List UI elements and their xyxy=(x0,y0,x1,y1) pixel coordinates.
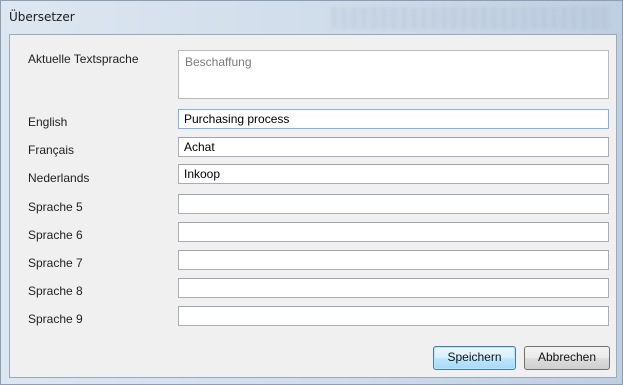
lang-input-sprache-9[interactable] xyxy=(178,306,609,326)
cancel-button[interactable]: Abbrechen xyxy=(524,346,610,370)
lang-input-sprache-5[interactable] xyxy=(178,194,609,214)
current-language-text[interactable]: Beschaffung xyxy=(178,50,609,99)
lang-label-sprache-7: Sprache 7 xyxy=(28,256,83,270)
title-bar[interactable]: Übersetzer xyxy=(1,1,622,34)
translator-dialog: Übersetzer Aktuelle Textsprache Beschaff… xyxy=(0,0,623,385)
lang-input-english[interactable]: Purchasing process xyxy=(178,109,609,129)
lang-label-sprache-8: Sprache 8 xyxy=(28,284,83,298)
lang-label-english: English xyxy=(28,115,68,129)
lang-input-sprache-7[interactable] xyxy=(178,250,609,270)
lang-input-sprache-8[interactable] xyxy=(178,278,609,298)
current-language-label: Aktuelle Textsprache xyxy=(28,52,139,66)
lang-label-sprache-9: Sprache 9 xyxy=(28,312,83,326)
dialog-client-area: Aktuelle Textsprache Beschaffung English… xyxy=(9,34,617,378)
lang-input-nederlands[interactable]: Inkoop xyxy=(178,164,609,184)
save-button[interactable]: Speichern xyxy=(433,346,516,370)
lang-label-sprache-6: Sprache 6 xyxy=(28,228,83,242)
lang-input-francais[interactable]: Achat xyxy=(178,137,609,157)
window-title: Übersetzer xyxy=(9,10,75,24)
background-window-ghost xyxy=(331,7,611,29)
lang-label-sprache-5: Sprache 5 xyxy=(28,200,83,214)
lang-label-francais: Français xyxy=(28,143,75,157)
lang-input-sprache-6[interactable] xyxy=(178,222,609,242)
lang-label-nederlands: Nederlands xyxy=(28,171,90,185)
